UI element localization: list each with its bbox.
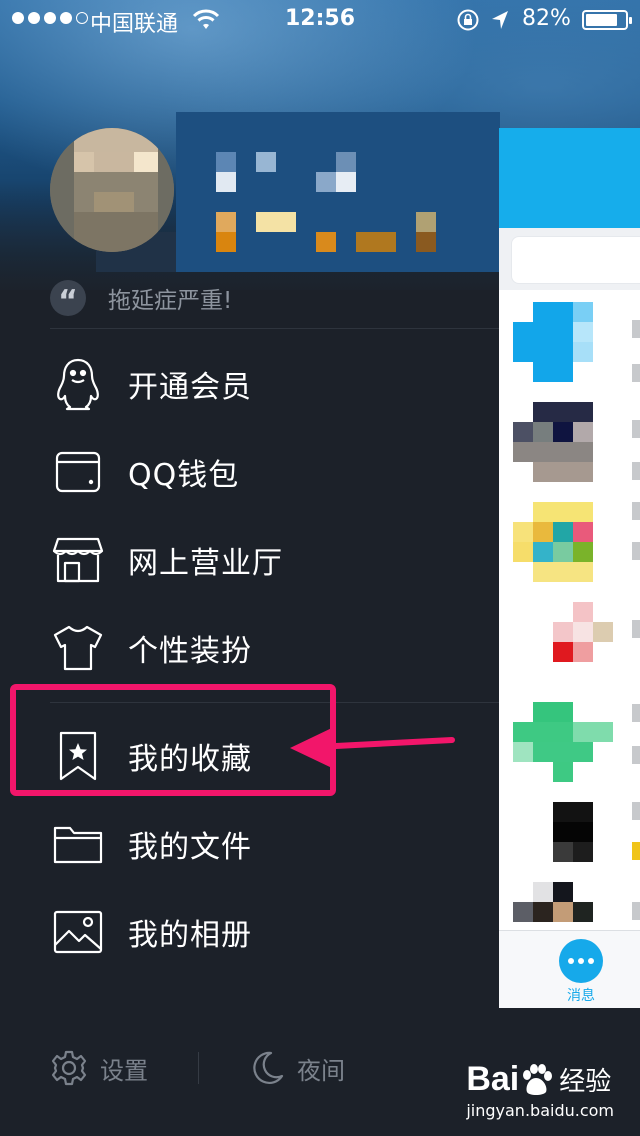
menu-item-album[interactable]: 我的相册 <box>50 892 500 972</box>
conversation-avatar[interactable] <box>513 602 613 682</box>
divider <box>198 1052 199 1084</box>
conversation-avatar[interactable] <box>513 502 593 582</box>
menu-item-label: QQ钱包 <box>128 458 240 493</box>
location-arrow-icon <box>492 11 508 29</box>
conversation-avatar[interactable] <box>513 302 593 382</box>
status-bar: 中国联通 12:56 82% <box>0 0 640 40</box>
list-item-text-fragment <box>632 462 640 480</box>
paw-logo-icon <box>523 1063 553 1095</box>
gear-icon <box>51 1050 87 1086</box>
list-item-text-fragment <box>632 420 640 438</box>
baidu-jingyan-watermark: Bai 经验 jingyan.baidu.com <box>466 1060 614 1120</box>
conversation-avatar[interactable] <box>513 802 593 882</box>
signature-text: 拖延症严重! <box>108 288 233 314</box>
menu-item-label: 我的文件 <box>128 830 252 865</box>
menu-item-label: 网上营业厅 <box>128 546 283 581</box>
arrow-annotation-icon <box>290 726 455 768</box>
list-item-text-fragment <box>632 704 640 722</box>
battery-icon <box>582 10 632 30</box>
photo-album-icon <box>50 904 106 960</box>
menu-item-vip[interactable]: 开通会员 <box>50 344 500 424</box>
divider <box>50 328 500 329</box>
conversation-avatar[interactable] <box>513 402 593 482</box>
chat-bubble-icon[interactable] <box>559 939 603 983</box>
list-item-text-fragment <box>632 802 640 820</box>
search-input[interactable] <box>511 236 640 284</box>
tab-bar: 消息 <box>499 930 640 1008</box>
drawer-bottom-bar: 设置 夜间 <box>50 1040 345 1096</box>
battery-fill <box>586 14 617 26</box>
night-mode-button[interactable]: 夜间 <box>249 1050 345 1086</box>
moon-icon <box>253 1051 284 1084</box>
menu-item-label: 我的相册 <box>128 918 252 953</box>
watermark-url: jingyan.baidu.com <box>466 1101 614 1120</box>
orientation-lock-icon <box>457 9 479 31</box>
settings-button[interactable]: 设置 <box>50 1049 148 1087</box>
menu-item-online-store[interactable]: 网上营业厅 <box>50 520 500 600</box>
watermark-suffix: 经验 <box>559 1066 612 1096</box>
list-item-text-fragment <box>632 364 640 382</box>
battery-percentage: 82% <box>522 6 571 31</box>
main-panel-header <box>499 128 640 228</box>
quote-icon: “ <box>50 280 86 319</box>
list-item-text-fragment <box>632 620 640 638</box>
watermark-brand: Bai <box>466 1060 520 1098</box>
list-item-text-fragment <box>632 902 640 920</box>
settings-label: 设置 <box>100 1056 148 1085</box>
wallet-icon <box>50 444 106 500</box>
list-item-text-fragment <box>632 746 640 764</box>
menu-item-label: 个性装扮 <box>128 634 252 669</box>
folder-icon <box>50 816 106 872</box>
signature-row[interactable]: “ 拖延症严重! <box>50 278 233 319</box>
night-label: 夜间 <box>297 1056 345 1085</box>
list-item-text-fragment <box>632 542 640 560</box>
penguin-icon <box>50 356 106 412</box>
main-panel-peek[interactable]: 消息 <box>499 128 640 1008</box>
avatar[interactable] <box>50 128 174 252</box>
menu-item-label: 开通会员 <box>128 370 252 405</box>
conversation-avatar[interactable] <box>513 702 613 782</box>
tshirt-icon <box>50 620 106 676</box>
tab-messages[interactable]: 消息 <box>499 985 640 1005</box>
menu-item-files[interactable]: 我的文件 <box>50 804 500 884</box>
menu-item-wallet[interactable]: QQ钱包 <box>50 432 500 512</box>
storefront-icon <box>50 532 106 588</box>
list-item-text-fragment <box>632 842 640 860</box>
list-item-text-fragment <box>632 502 640 520</box>
menu-item-theme[interactable]: 个性装扮 <box>50 608 500 688</box>
list-item-text-fragment <box>632 320 640 338</box>
